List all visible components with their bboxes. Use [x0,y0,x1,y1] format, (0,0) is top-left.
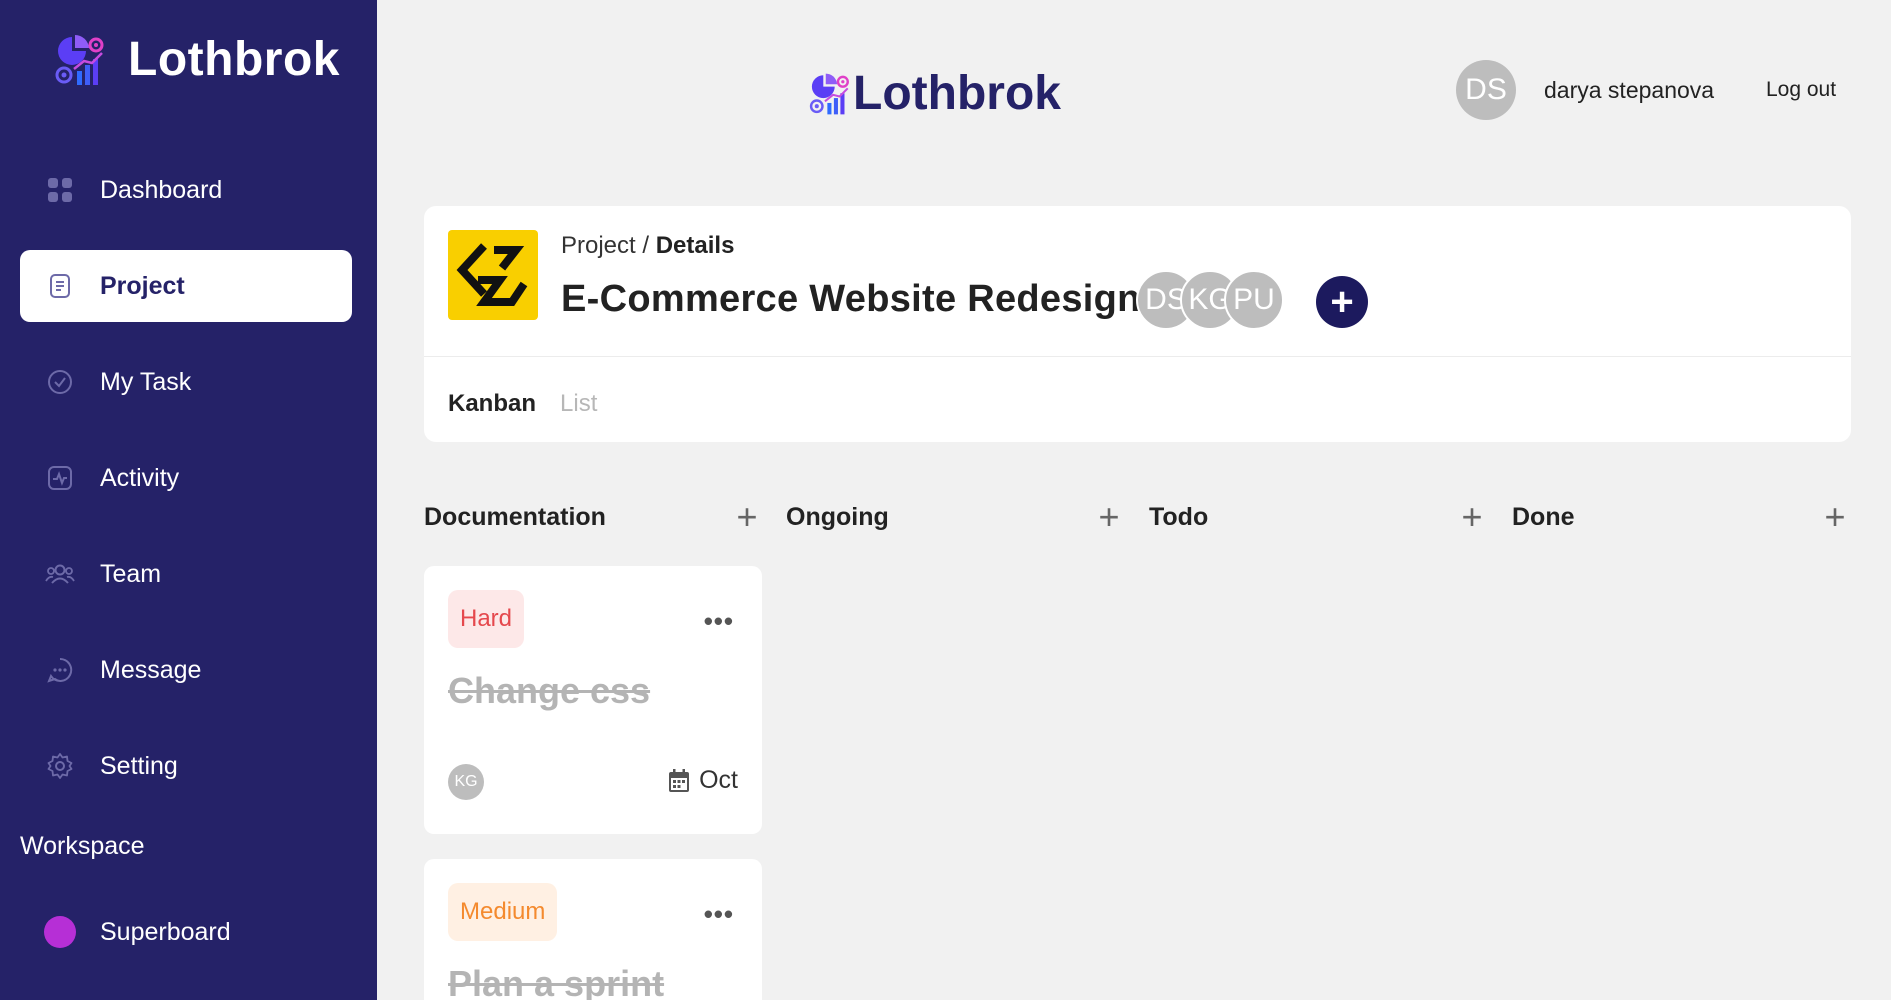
more-options-icon[interactable]: ••• [704,899,734,930]
column-title: Todo [1149,502,1209,531]
grid-icon [44,174,76,206]
column-title: Documentation [424,502,606,531]
sidebar-brand[interactable]: Lothbrok [52,32,340,87]
sidebar-item-label: Team [100,559,162,588]
avatar: KG [448,764,484,800]
breadcrumb: Project / Details [561,232,734,260]
team-icon [44,558,76,590]
due-date: Oct [667,766,738,795]
project-logo [448,230,538,320]
sidebar-item-label: Message [100,655,202,684]
project-header-card: Project / Details E-Commerce Website Red… [424,206,1851,442]
logout-button[interactable]: Log out [1766,78,1836,102]
column-title: Ongoing [786,502,889,531]
header-brand[interactable]: Lothbrok [807,66,1061,121]
sidebar-item-project[interactable]: Project [20,250,352,322]
sidebar-item-dashboard[interactable]: Dashboard [20,154,352,226]
check-circle-icon [44,366,76,398]
divider [424,356,1851,357]
add-task-button[interactable]: + [732,499,762,535]
workspace-color-dot [44,916,76,948]
add-task-button[interactable]: + [1457,499,1487,535]
add-task-button[interactable]: + [1094,499,1124,535]
brand-logo-icon [807,72,851,116]
message-icon [44,654,76,686]
brand-name: Lothbrok [128,33,340,86]
sidebar-item-label: Dashboard [100,175,223,204]
avatar: PU [1224,270,1284,330]
user-menu[interactable]: DS darya stepanova [1456,60,1714,120]
project-logo-icon [456,243,528,306]
member-avatar-group[interactable]: DS KG PU [1136,270,1284,330]
tab-kanban[interactable]: Kanban [448,390,536,418]
column-header-documentation: Documentation + [424,499,762,535]
task-card[interactable]: Medium ••• Plan a sprint [424,859,762,1000]
more-options-icon[interactable]: ••• [704,606,734,637]
column-header-done: Done + [1512,499,1850,535]
task-title: Change css [448,670,651,711]
breadcrumb-separator: / [635,232,656,259]
sidebar-item-label: My Task [100,367,192,396]
column-header-ongoing: Ongoing + [786,499,1124,535]
calendar-icon [669,768,690,792]
user-name: darya stepanova [1544,76,1715,103]
breadcrumb-parent[interactable]: Project [561,232,636,259]
column-header-todo: Todo + [1149,499,1487,535]
workspace-label: Superboard [100,917,231,946]
priority-badge: Medium [448,883,558,941]
brand-logo-icon [52,33,106,87]
workspace-item-superboard[interactable]: Superboard [20,896,352,968]
workspace-heading: Workspace [20,832,145,860]
due-date-text: Oct [699,766,738,794]
sidebar-item-label: Activity [100,463,180,492]
sidebar-item-setting[interactable]: Setting [20,730,352,802]
header-brand-name: Lothbrok [853,67,1061,120]
sidebar-item-team[interactable]: Team [20,538,352,610]
sidebar-item-my-task[interactable]: My Task [20,346,352,418]
sidebar-item-message[interactable]: Message [20,634,352,706]
view-tabs: Kanban List [448,390,621,418]
activity-icon [44,462,76,494]
gear-icon [44,750,76,782]
priority-badge: Hard [448,590,525,648]
sidebar-item-label: Project [100,271,185,300]
document-icon [44,270,76,302]
sidebar-item-label: Setting [100,751,178,780]
task-title: Plan a sprint [448,963,665,1000]
avatar: DS [1456,60,1516,120]
column-title: Done [1512,502,1575,531]
breadcrumb-current: Details [655,232,735,259]
sidebar-item-activity[interactable]: Activity [20,442,352,514]
task-card[interactable]: Hard ••• Change css KG Oct [424,566,762,834]
sidebar: Lothbrok Dashboard Project My Task Activ… [0,0,377,1000]
add-member-button[interactable]: + [1316,276,1368,328]
tab-list[interactable]: List [560,390,597,418]
page-title: E-Commerce Website Redesign [561,278,1141,320]
add-task-button[interactable]: + [1820,499,1850,535]
